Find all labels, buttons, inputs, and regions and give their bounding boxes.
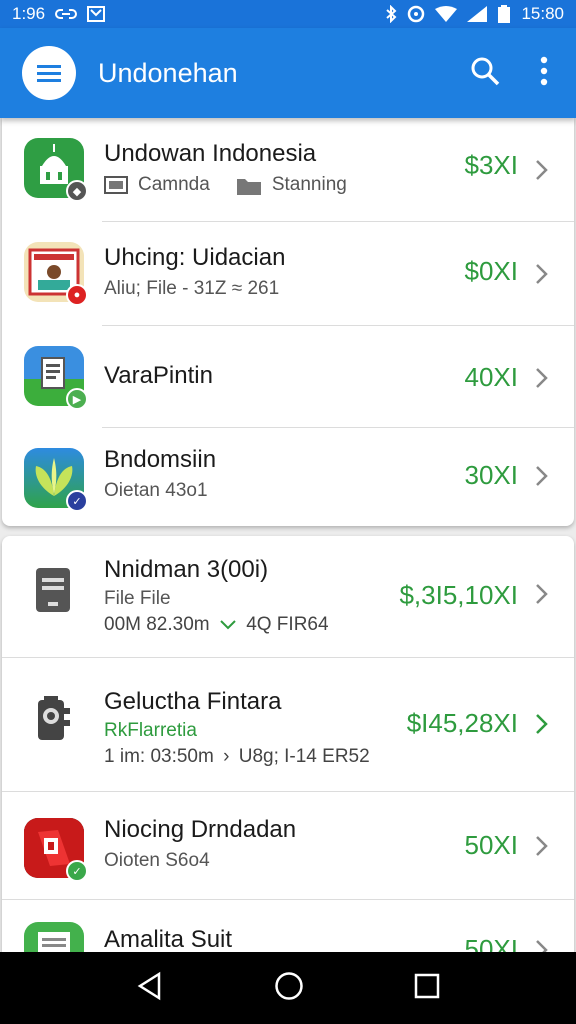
item-title: Uhcing: Uidacian	[104, 244, 286, 271]
navigation-bar	[0, 952, 576, 1024]
item-title: Geluctha Fintara	[104, 688, 282, 715]
item-title: Bndomsiin	[104, 446, 217, 473]
status-time-right: 15:80	[521, 4, 564, 23]
item-sub-scanning: Stanning	[271, 174, 347, 195]
link-icon	[55, 7, 78, 21]
chevron-right-icon	[536, 264, 548, 284]
item-subtitle: Camnda Stanning	[104, 174, 347, 196]
item-sub-camera: Camnda	[138, 174, 210, 195]
item-price: $I45,28XI	[406, 708, 518, 738]
menu-button[interactable]	[22, 46, 76, 100]
list-item[interactable]: ✓ Niocing Drndadan Oioten S6o4 50XI	[2, 792, 574, 900]
list-item[interactable]: ● Uhcing: Uidacian Aliu; File - 31Z ≈ 26…	[2, 222, 574, 326]
item-subtitle: Oioten S6o4	[104, 850, 210, 871]
chevron-right-icon	[536, 836, 548, 856]
badge-icon: ✓	[66, 860, 88, 882]
alarm-icon	[407, 5, 425, 23]
item-meta: 00M 82.30m 4Q FIR64	[104, 614, 329, 636]
item-price: $0XI	[464, 256, 519, 286]
list-item[interactable]: ✓ Bndomsiin Oietan 43o1 30XI	[2, 428, 574, 526]
item-title: Niocing Drndadan	[104, 816, 297, 843]
app-bar: Undonehan	[0, 28, 576, 118]
mosque-app-icon: ◆	[24, 138, 88, 202]
status-bar: 1:96 15:80	[0, 0, 576, 28]
chevron-right-icon	[536, 368, 548, 388]
menu-icon	[37, 65, 61, 82]
app-title: Undonehan	[98, 57, 238, 88]
item-subtitle: Oietan 43o1	[104, 480, 208, 501]
more-vert-icon	[540, 56, 548, 85]
home-circle-icon	[275, 971, 303, 1000]
item-meta-a: 1 im: 03:50m	[104, 746, 214, 767]
item-title: Undowan Indonesia	[104, 140, 317, 167]
list-item[interactable]: Amalita Suit 50XI	[2, 900, 574, 956]
chevron-right-icon	[536, 584, 548, 604]
check-down-icon	[220, 620, 236, 630]
recents-square-icon	[415, 973, 440, 998]
item-meta-b: U8g; I-14 ER52	[238, 746, 370, 767]
item-title: Nnidman 3(00i)	[104, 556, 269, 583]
red-app-icon: ✓	[24, 818, 88, 882]
badge-icon: ✓	[66, 490, 88, 512]
chevron-right-icon	[536, 466, 548, 486]
folder-icon	[236, 179, 261, 195]
app-list-card-bottom: Nnidman 3(00i) File File 00M 82.30m 4Q F…	[2, 536, 574, 956]
chevron-right-icon	[536, 714, 548, 734]
item-subtitle: RkFlarretia	[104, 720, 197, 741]
recents-button[interactable]	[413, 972, 441, 1005]
search-icon	[471, 57, 500, 85]
notes-app-icon	[24, 922, 84, 956]
item-price: $3XI	[464, 150, 519, 180]
leaf-app-icon: ✓	[24, 448, 88, 512]
list-item[interactable]: ◆ Undowan Indonesia Camnda Stanning $3XI	[2, 118, 574, 222]
list-item[interactable]: ▶ VaraPintin 40XI	[2, 326, 574, 428]
camera-device-icon	[38, 696, 70, 740]
mail-icon	[87, 6, 106, 22]
camera-icon	[104, 176, 128, 194]
chevron-right-icon	[536, 160, 548, 180]
arrow-small-icon: ›	[223, 746, 230, 767]
item-subtitle: File File	[104, 588, 171, 609]
badge-icon: ▶	[66, 388, 88, 410]
list-item[interactable]: Nnidman 3(00i) File File 00M 82.30m 4Q F…	[2, 536, 574, 658]
item-title: Amalita Suit	[104, 926, 233, 953]
back-button[interactable]	[135, 971, 165, 1006]
item-price: 40XI	[464, 362, 519, 392]
item-meta-a: 00M 82.30m	[104, 614, 210, 635]
item-meta: 1 im: 03:50m › U8g; I-14 ER52	[104, 746, 370, 768]
wifi-icon	[435, 6, 458, 22]
item-meta-b: 4Q FIR64	[246, 614, 329, 635]
search-button[interactable]	[470, 56, 500, 91]
item-subtitle: Aliu; File - 31Z ≈ 261	[104, 278, 280, 299]
phone-device-icon	[36, 568, 70, 612]
more-options-button[interactable]	[540, 56, 548, 91]
badge-icon: ◆	[66, 180, 88, 202]
back-triangle-icon	[137, 971, 160, 1000]
bluetooth-icon	[385, 5, 397, 23]
signal-icon	[467, 6, 488, 22]
status-time-left: 1:96	[12, 4, 46, 23]
item-price: 50XI	[464, 830, 519, 860]
badge-icon: ●	[66, 284, 88, 306]
item-title: VaraPintin	[104, 362, 213, 389]
battery-icon	[497, 5, 511, 23]
app-list-card-top: ◆ Undowan Indonesia Camnda Stanning $3XI…	[2, 118, 574, 526]
item-price: 30XI	[464, 460, 519, 490]
list-item[interactable]: Geluctha Fintara RkFlarretia 1 im: 03:50…	[2, 658, 574, 792]
item-price: $,3I5,10XI	[399, 580, 518, 610]
newspaper-app-icon: ●	[24, 242, 88, 306]
home-button[interactable]	[274, 971, 304, 1006]
document-app-icon: ▶	[24, 346, 88, 410]
